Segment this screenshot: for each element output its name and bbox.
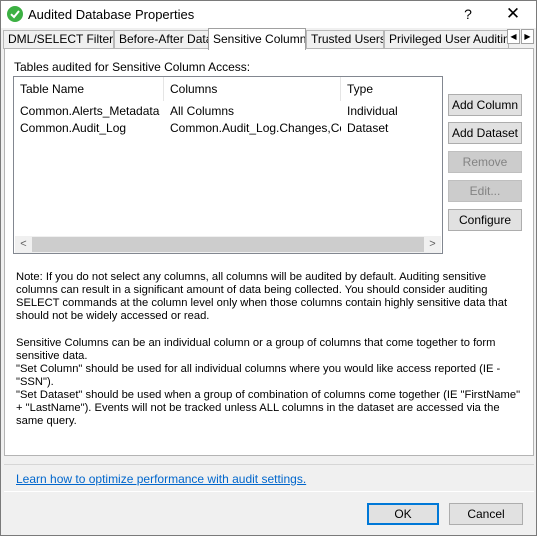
table-header: Table Name Columns Type [14,77,442,101]
tab-trusted-users[interactable]: Trusted Users [306,30,384,49]
column-header-table-name[interactable]: Table Name [14,77,164,101]
configure-button[interactable]: Configure [448,209,522,231]
optimize-performance-link[interactable]: Learn how to optimize performance with a… [16,472,306,486]
cell-type: Dataset [347,121,389,135]
remove-button[interactable]: Remove [448,151,522,173]
cell-columns: Common.Audit_Log.Changes,Co... [170,121,341,135]
column-header-type[interactable]: Type [341,77,442,101]
cell-table-name: Common.Audit_Log [20,121,127,135]
cell-type: Individual [347,104,398,118]
column-header-columns[interactable]: Columns [164,77,341,101]
window-title: Audited Database Properties [28,7,195,22]
add-dataset-button[interactable]: Add Dataset [448,122,522,144]
scroll-right-icon[interactable]: > [424,236,441,253]
tables-group-label: Tables audited for Sensitive Column Acce… [14,60,251,74]
tab-scroll-left-button[interactable]: ◀ [507,29,520,44]
check-circle-icon [7,6,23,22]
tab-before-after-data[interactable]: Before-After Data [114,30,209,49]
cancel-button[interactable]: Cancel [449,503,523,525]
tab-privileged-user-auditing[interactable]: Privileged User Auditing [384,30,509,49]
horizontal-scrollbar[interactable]: < > [15,236,441,253]
divider [4,491,534,492]
scroll-left-icon[interactable]: < [15,236,32,253]
tab-dml-select-filters[interactable]: DML/SELECT Filters [3,30,114,49]
table-row[interactable]: Common.Audit_Log Common.Audit_Log.Change… [14,120,442,137]
edit-button[interactable]: Edit... [448,180,522,202]
note-paragraph-set-column: "Set Column" should be used for all indi… [16,363,501,388]
tab-scroll-right-button[interactable]: ▶ [521,29,534,44]
ok-button[interactable]: OK [367,503,439,525]
cell-table-name: Common.Alerts_Metadata [20,104,160,118]
help-button[interactable]: ? [456,3,480,25]
note-paragraph-default-columns: Note: If you do not select any columns, … [16,271,508,322]
cell-columns: All Columns [170,104,235,118]
divider [4,464,534,465]
note-paragraph-sensitive-columns: Sensitive Columns can be an individual c… [16,337,496,362]
tab-sensitive-columns[interactable]: Sensitive Columns [208,28,306,50]
scrollbar-thumb[interactable] [32,237,424,252]
note-paragraph-set-dataset: "Set Dataset" should be used when a grou… [16,389,521,427]
title-bar: Audited Database Properties ? ✕ [1,1,536,28]
sensitive-columns-table[interactable]: Table Name Columns Type Common.Alerts_Me… [13,76,443,254]
close-button[interactable]: ✕ [498,3,528,25]
tab-strip: DML/SELECT Filters Before-After Data Sen… [3,28,534,50]
add-column-button[interactable]: Add Column [448,94,522,116]
dialog-window: Audited Database Properties ? ✕ DML/SELE… [0,0,537,536]
table-row[interactable]: Common.Alerts_Metadata All Columns Indiv… [14,103,442,120]
